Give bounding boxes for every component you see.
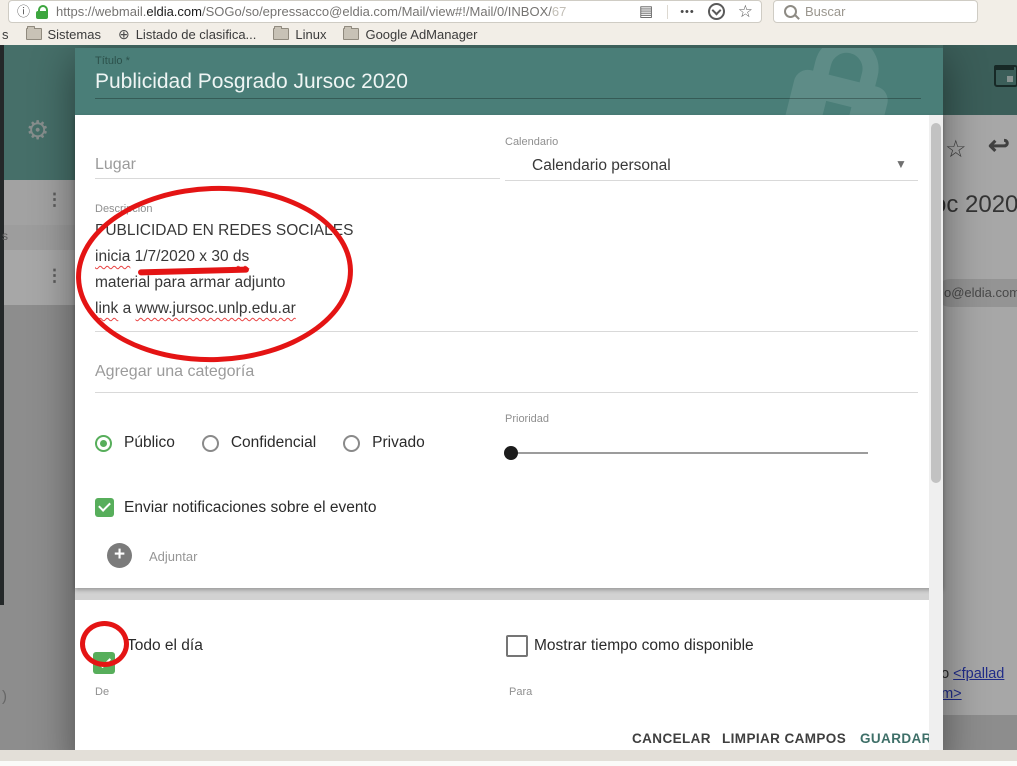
reader-mode-icon[interactable]: ▤ xyxy=(639,4,653,19)
screen: ⓘ https://webmail.eldia.com/SOGo/so/epre… xyxy=(0,0,1017,766)
https-lock-icon[interactable] xyxy=(36,5,48,19)
calendario-label: Calendario xyxy=(505,136,558,148)
radio-icon xyxy=(95,435,112,452)
bookmark-item[interactable]: ⊕ Listado de clasifica... xyxy=(118,27,256,42)
window-bottom-strip xyxy=(0,761,1017,766)
bookmark-item[interactable]: Google AdManager xyxy=(343,27,477,42)
calendario-select[interactable]: Calendario personal xyxy=(532,157,671,175)
prioridad-slider-thumb[interactable] xyxy=(504,446,518,460)
search-placeholder: Buscar xyxy=(805,4,845,19)
annotation-circle-todo-el-dia xyxy=(80,621,129,667)
bookmark-label: Linux xyxy=(295,27,326,42)
prioridad-slider-track[interactable] xyxy=(505,452,868,454)
bookmark-label: Listado de clasifica... xyxy=(136,27,257,42)
radio-icon xyxy=(343,435,360,452)
page-viewport: ⚙ ⋮ ⋮ s ) ☆ ↩ oc 2020 o@eldia.com no <fp… xyxy=(0,45,1017,766)
folder-icon xyxy=(26,28,42,40)
radio-privado[interactable]: Privado xyxy=(343,434,425,452)
search-icon xyxy=(784,5,797,18)
divider xyxy=(667,5,668,19)
radio-confidencial[interactable]: Confidencial xyxy=(202,434,316,452)
categoria-underline xyxy=(95,392,918,393)
todo-el-dia-label: Todo el día xyxy=(127,637,203,655)
page-info-icon[interactable]: ⓘ xyxy=(17,4,30,19)
de-label: De xyxy=(95,686,109,698)
radio-icon xyxy=(202,435,219,452)
folder-icon xyxy=(273,28,289,40)
adjuntar-add-icon[interactable]: + xyxy=(107,543,132,568)
search-bar[interactable]: Buscar xyxy=(773,0,978,23)
bookmark-label: s xyxy=(2,27,9,42)
bookmark-item[interactable]: s xyxy=(2,27,9,42)
window-bottom-strip xyxy=(0,750,1017,761)
dialog-scrollbar-thumb[interactable] xyxy=(931,123,941,483)
notificaciones-checkbox[interactable] xyxy=(95,498,114,517)
event-editor-dialog: Título * Publicidad Posgrado Jursoc 2020… xyxy=(75,48,943,766)
url-text[interactable]: https://webmail.eldia.com/SOGo/so/epress… xyxy=(56,4,639,19)
dialog-header: Título * Publicidad Posgrado Jursoc 2020 xyxy=(75,48,943,115)
radio-label: Privado xyxy=(372,434,425,452)
categoria-input[interactable]: Agregar una categoría xyxy=(95,363,254,381)
radio-label: Confidencial xyxy=(231,434,316,452)
guardar-button[interactable]: GUARDAR xyxy=(860,731,932,746)
lugar-input[interactable]: Lugar xyxy=(95,156,136,174)
radio-label: Público xyxy=(124,434,175,452)
para-label: Para xyxy=(509,686,532,698)
bookmark-label: Google AdManager xyxy=(365,27,477,42)
bookmark-star-icon[interactable]: ☆ xyxy=(738,4,753,19)
title-field-label: Título * xyxy=(95,55,130,67)
prioridad-label: Prioridad xyxy=(505,413,549,425)
cancelar-button[interactable]: CANCELAR xyxy=(632,731,711,746)
limpiar-campos-button[interactable]: LIMPIAR CAMPOS xyxy=(722,731,846,746)
bookmark-item[interactable]: Linux xyxy=(273,27,326,42)
browser-chrome: ⓘ https://webmail.eldia.com/SOGo/so/epre… xyxy=(0,0,1017,45)
folder-icon xyxy=(343,28,359,40)
page-actions-icon[interactable]: ••• xyxy=(680,6,695,18)
radio-público[interactable]: Público xyxy=(95,434,175,452)
bookmarks-bar: s Sistemas ⊕ Listado de clasifica... Linux Go… xyxy=(2,23,478,45)
bookmark-label: Sistemas xyxy=(48,27,101,42)
chevron-down-icon[interactable]: ▼ xyxy=(895,157,907,171)
adjuntar-button[interactable]: Adjuntar xyxy=(149,549,197,564)
title-underline xyxy=(95,98,921,99)
lock-watermark-icon xyxy=(766,48,914,115)
lugar-underline xyxy=(95,178,500,179)
clasificacion-radio-group: Público Confidencial Privado xyxy=(95,434,452,452)
globe-icon: ⊕ xyxy=(118,27,130,41)
mostrar-tiempo-label: Mostrar tiempo como disponible xyxy=(534,637,754,655)
title-input[interactable]: Publicidad Posgrado Jursoc 2020 xyxy=(95,70,408,94)
mostrar-tiempo-checkbox[interactable] xyxy=(506,635,528,657)
url-bar[interactable]: ⓘ https://webmail.eldia.com/SOGo/so/epre… xyxy=(8,0,762,23)
calendario-underline xyxy=(505,180,918,181)
notificaciones-label: Enviar notificaciones sobre el evento xyxy=(124,499,376,517)
pocket-icon[interactable] xyxy=(708,3,725,20)
bookmark-item[interactable]: Sistemas xyxy=(26,27,101,42)
